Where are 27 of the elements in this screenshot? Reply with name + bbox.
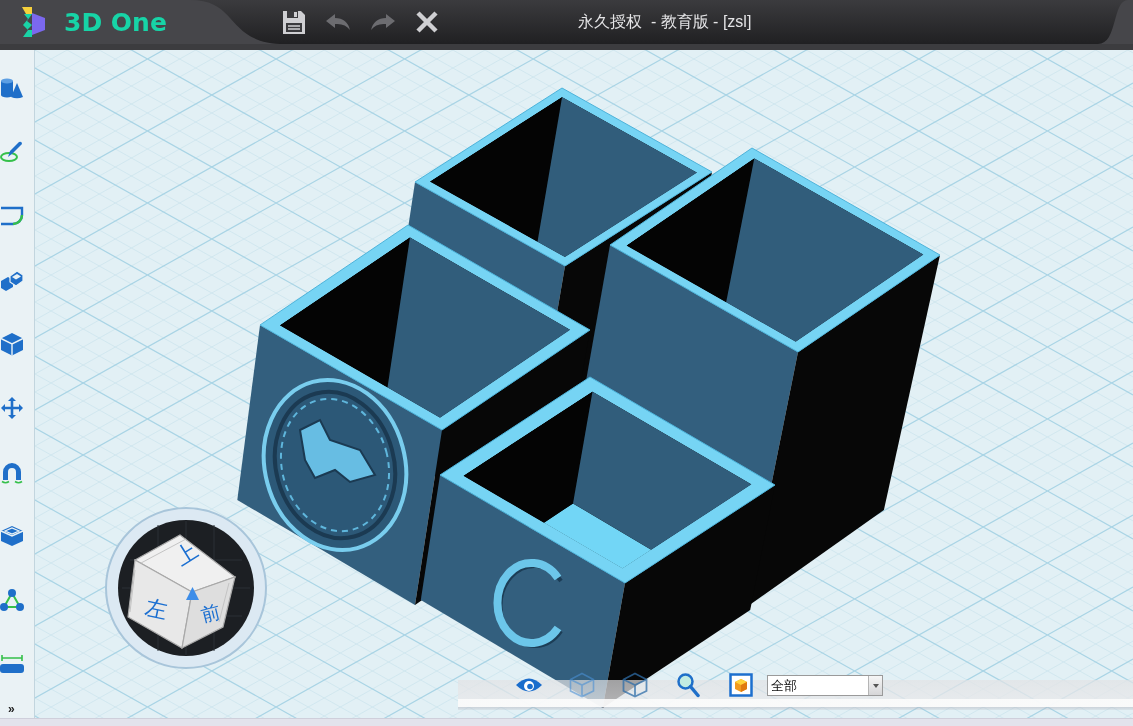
- view-cube-face-label[interactable]: 前: [198, 601, 223, 627]
- cube-icon[interactable]: [621, 672, 648, 698]
- search-icon[interactable]: [675, 672, 700, 698]
- close-icon[interactable]: [415, 10, 439, 34]
- display-filter-dropdown[interactable]: 全部: [767, 675, 883, 696]
- view-cube-face-label[interactable]: 上: [170, 537, 202, 571]
- pencil-icon[interactable]: [0, 140, 24, 164]
- modeling-viewport[interactable]: 上 左 前 全部: [35, 50, 1133, 718]
- move-icon[interactable]: [0, 396, 24, 420]
- eye-icon[interactable]: [514, 676, 543, 694]
- blocks-icon[interactable]: [0, 268, 24, 292]
- magnet-icon[interactable]: [0, 460, 24, 484]
- layered-box-icon[interactable]: [0, 524, 24, 548]
- wireframe-cube-icon[interactable]: [568, 672, 595, 698]
- cylinder-cone-icon[interactable]: [0, 76, 24, 100]
- ruler-icon[interactable]: [0, 652, 24, 676]
- framed-cube-icon[interactable]: [728, 673, 753, 697]
- fillet-edge-icon[interactable]: [0, 204, 24, 228]
- nodes-icon[interactable]: [0, 588, 24, 612]
- more-tools-toggle[interactable]: »: [8, 703, 15, 715]
- view-cube[interactable]: [105, 507, 267, 669]
- view-cube-face-label[interactable]: 左: [143, 594, 170, 624]
- window-title: 永久授权 - 教育版 - [zsl]: [578, 11, 752, 32]
- app-logo-text: 3D One: [64, 7, 167, 37]
- logo-icon: [20, 6, 46, 38]
- save-icon[interactable]: [282, 9, 306, 35]
- triangle-icon[interactable]: [186, 587, 199, 600]
